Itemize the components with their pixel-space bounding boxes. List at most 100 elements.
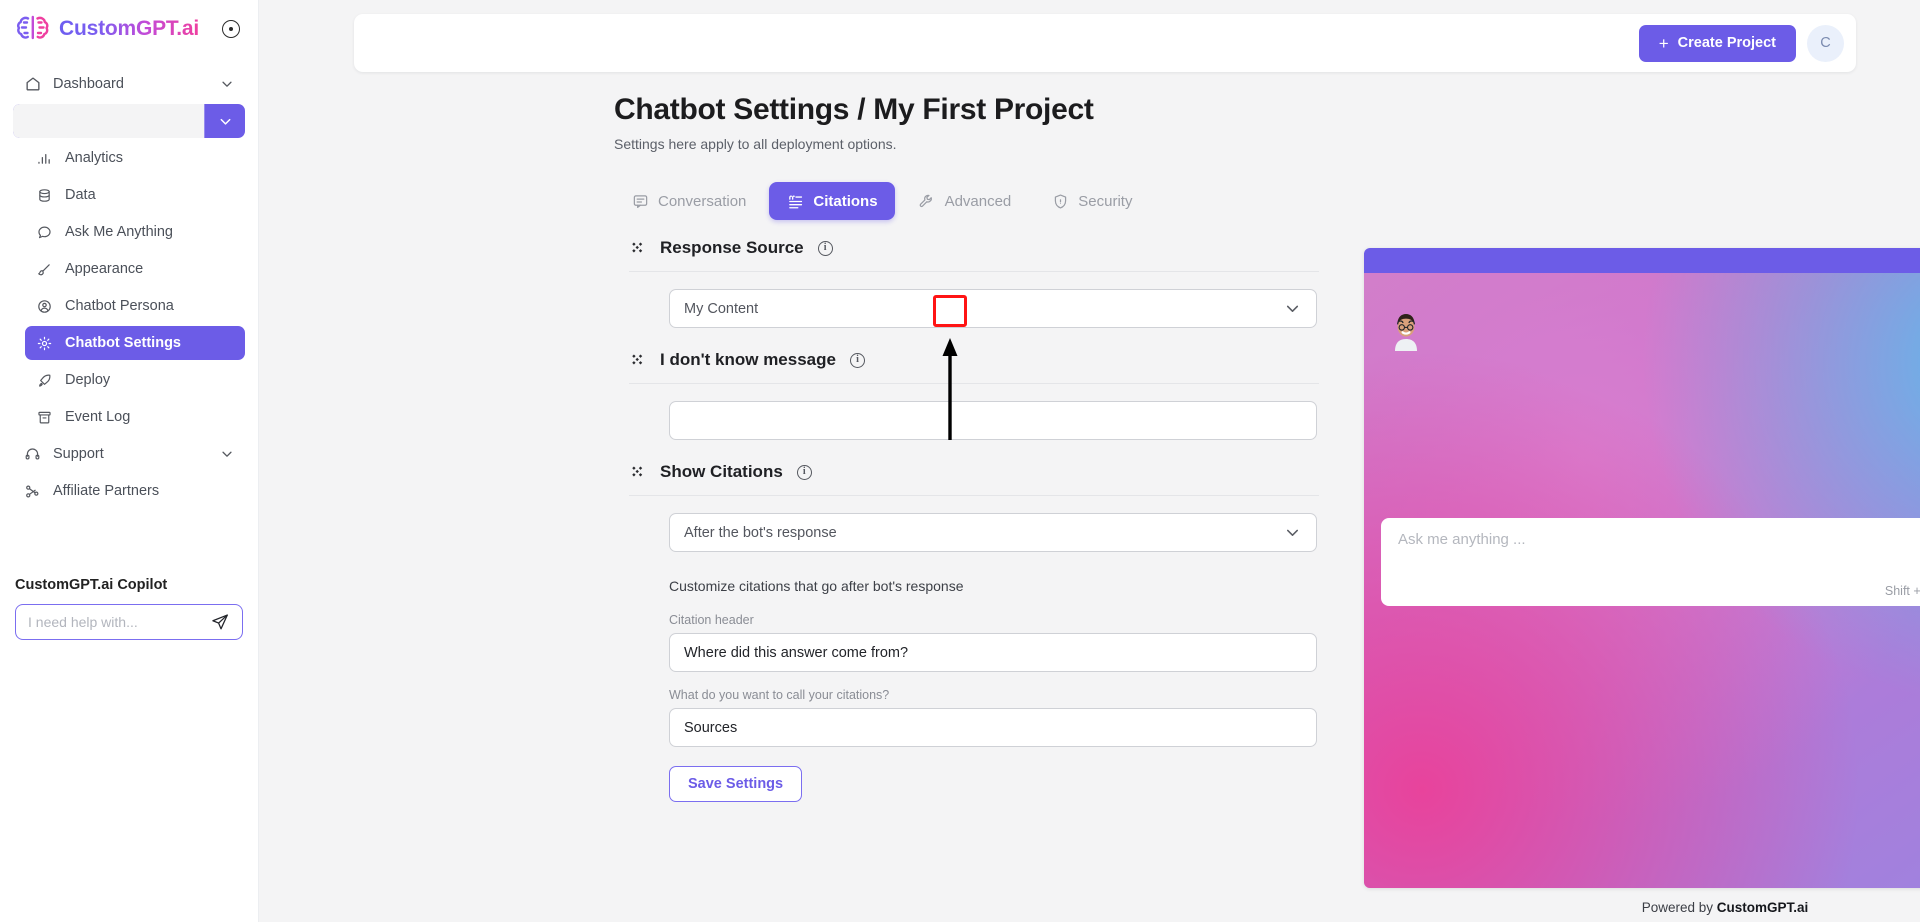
sidebar-item-event-log[interactable]: Event Log — [25, 400, 245, 434]
powered-brand: CustomGPT.ai — [1716, 900, 1809, 915]
plus-icon: + — [1658, 33, 1669, 53]
sidebar-item-deploy[interactable]: Deploy — [25, 363, 245, 397]
create-project-button[interactable]: + Create Project — [1638, 24, 1796, 62]
page-header: Chatbot Settings / My First Project Sett… — [614, 93, 1094, 152]
sidebar-item-project[interactable]: Project — [13, 104, 245, 138]
response-source-value: My Content — [684, 300, 759, 317]
citation-header-input[interactable]: Where did this answer come from? — [669, 633, 1317, 672]
chat-input-hint: Shift + Enter to add a new line — [1884, 584, 1920, 598]
share-nodes-icon — [23, 482, 42, 501]
tab-citations[interactable]: Citations — [769, 182, 895, 220]
chat-preview-widget: Ask me anything ... Shift + Enter to add… — [1364, 248, 1920, 888]
section-title: Show Citations — [660, 462, 783, 481]
citation-header-value: Where did this answer come from? — [684, 644, 909, 661]
info-icon[interactable]: i — [796, 464, 812, 480]
copilot-panel: CustomGPT.ai Copilot I need help with... — [0, 577, 258, 640]
tab-label: Citations — [813, 192, 878, 210]
tab-label: Security — [1078, 192, 1133, 210]
sidebar-item-affiliate-partners[interactable]: Affiliate Partners — [13, 474, 245, 508]
user-circle-icon — [35, 297, 54, 316]
page-title: Chatbot Settings / My First Project — [614, 93, 1094, 126]
sidebar-item-dashboard[interactable]: Dashboard — [13, 67, 245, 101]
quote-list-icon — [786, 192, 804, 210]
user-avatar[interactable]: C — [1807, 24, 1844, 62]
citation-name-input[interactable]: Sources — [669, 708, 1317, 747]
citation-name-label: What do you want to call your citations? — [669, 688, 890, 702]
show-citations-field: After the bot's response Customize citat… — [629, 513, 1319, 802]
chevron-down-icon[interactable] — [1282, 523, 1302, 543]
info-icon[interactable]: i — [849, 352, 865, 368]
bot-avatar — [1386, 311, 1426, 353]
citations-settings-form: Response Source i My Content I don't kno… — [629, 238, 1319, 802]
diamond-grip-icon[interactable] — [629, 352, 646, 369]
sidebar-item-label: Ask Me Anything — [65, 224, 173, 240]
app-root: CustomGPT.ai Dashboard Analytics Data As… — [0, 0, 1920, 922]
customgpt-brain-logo-icon — [16, 14, 50, 44]
citations-helper-text: Customize citations that go after bot's … — [669, 578, 964, 594]
section-header-response-source: Response Source i — [629, 238, 1319, 272]
sidebar-item-label: Chatbot Persona — [65, 298, 174, 314]
tab-security[interactable]: Security — [1034, 182, 1149, 220]
paint-brush-icon — [35, 260, 54, 279]
message-square-icon — [631, 192, 649, 210]
sidebar: CustomGPT.ai Dashboard Analytics Data As… — [0, 0, 259, 922]
sidebar-project-caret[interactable] — [204, 104, 245, 138]
sidebar-item-label: Event Log — [65, 409, 131, 425]
sidebar-item-label: Deploy — [65, 372, 111, 388]
show-citations-dropdown[interactable]: After the bot's response — [669, 513, 1317, 552]
headset-icon — [23, 445, 42, 464]
sidebar-item-ask-me-anything[interactable]: Ask Me Anything — [25, 215, 245, 249]
sidebar-item-data[interactable]: Data — [25, 178, 245, 212]
chevron-down-icon[interactable] — [1282, 299, 1302, 319]
sidebar-item-support[interactable]: Support — [13, 437, 245, 471]
sidebar-item-label: Appearance — [65, 261, 144, 277]
tab-conversation[interactable]: Conversation — [614, 182, 763, 220]
citation-header-label: Citation header — [669, 613, 754, 627]
user-avatar-initial: C — [1820, 35, 1831, 51]
archive-icon — [35, 408, 54, 427]
diamond-grip-icon[interactable] — [629, 464, 646, 481]
top-bar: + Create Project C — [354, 14, 1856, 72]
info-icon[interactable]: i — [817, 240, 833, 256]
main-content: + Create Project C Chatbot Settings / My… — [259, 0, 1920, 922]
sidebar-item-analytics[interactable]: Analytics — [25, 141, 245, 175]
tab-advanced[interactable]: Advanced — [901, 182, 1029, 220]
sidebar-item-label: Analytics — [65, 150, 124, 166]
chat-message-input[interactable]: Ask me anything ... Shift + Enter to add… — [1381, 518, 1920, 606]
sidebar-item-label: Affiliate Partners — [53, 483, 160, 499]
powered-prefix: Powered by — [1641, 900, 1717, 915]
sidebar-item-chatbot-persona[interactable]: Chatbot Persona — [25, 289, 245, 323]
sidebar-nav: Dashboard Project — [0, 58, 258, 508]
citation-name-value: Sources — [684, 719, 738, 736]
wrench-icon — [918, 192, 936, 210]
powered-by-label: Powered by CustomGPT.ai — [1364, 900, 1920, 915]
response-source-dropdown[interactable]: My Content — [669, 289, 1317, 328]
send-plane-icon[interactable] — [210, 612, 230, 632]
sidebar-item-appearance[interactable]: Appearance — [25, 252, 245, 286]
create-project-label: Create Project — [1677, 35, 1776, 51]
sidebar-item-chatbot-settings[interactable]: Chatbot Settings — [25, 326, 245, 360]
settings-tabs: Conversation Citations Advanced Security — [614, 182, 1149, 220]
chevron-down-icon[interactable] — [219, 76, 235, 92]
chevron-down-icon[interactable] — [219, 446, 235, 462]
diamond-grip-icon[interactable] — [629, 240, 646, 257]
response-source-field: My Content — [629, 289, 1319, 328]
sidebar-item-label: Dashboard — [53, 76, 124, 92]
shield-icon — [1051, 192, 1069, 210]
page-subtitle: Settings here apply to all deployment op… — [614, 136, 897, 152]
section-title: Response Source — [660, 238, 804, 257]
chat-widget-titlebar — [1364, 248, 1920, 273]
help-circle-icon[interactable] — [222, 20, 240, 38]
brand-row: CustomGPT.ai — [0, 0, 258, 58]
copilot-input-box[interactable]: I need help with... — [15, 604, 243, 640]
sidebar-item-label: Chatbot Settings — [65, 335, 181, 351]
sidebar-item-label: Support — [53, 446, 104, 462]
section-header-idk-message: I don't know message i — [629, 350, 1319, 384]
database-icon — [35, 186, 54, 205]
home-icon — [23, 75, 42, 94]
gear-icon — [35, 334, 54, 353]
idk-message-input[interactable] — [669, 401, 1317, 440]
save-settings-button[interactable]: Save Settings — [669, 766, 803, 802]
sidebar-item-project-main[interactable]: Project — [13, 104, 204, 138]
rocket-icon — [35, 371, 54, 390]
